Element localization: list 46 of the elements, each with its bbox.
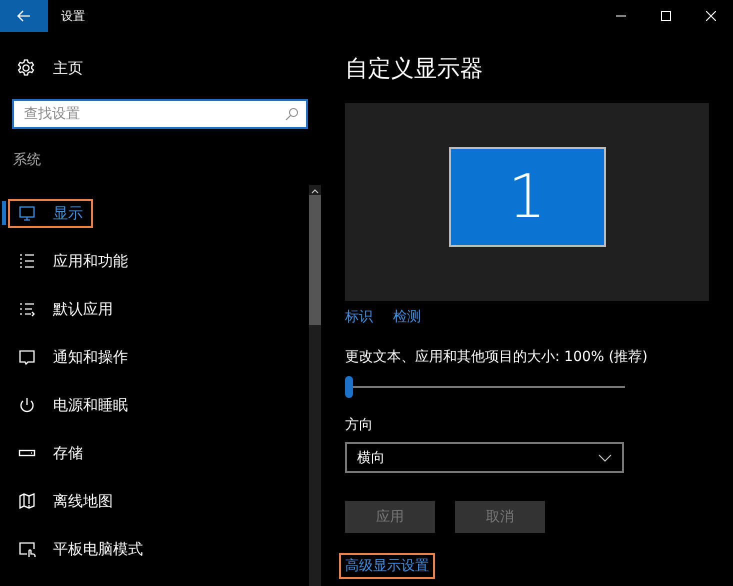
gear-icon — [16, 58, 36, 78]
list-icon — [18, 252, 36, 270]
scroll-up-icon — [311, 187, 319, 195]
display-tile[interactable]: 1 — [448, 147, 606, 247]
nav-item[interactable]: 显示 — [0, 189, 322, 237]
link[interactable]: 标识 — [345, 308, 373, 326]
chevron-down-icon — [598, 454, 612, 462]
monitor-icon — [18, 204, 36, 222]
window-title: 设置 — [61, 8, 86, 24]
search-icon — [285, 107, 299, 121]
nav-item[interactable]: 应用和功能 — [0, 237, 322, 285]
nav-item[interactable]: 默认应用 — [0, 285, 322, 333]
nav-label: 显示 — [53, 204, 83, 222]
selection-indicator — [2, 201, 6, 225]
nav-label: 存储 — [53, 444, 83, 462]
nav-label: 默认应用 — [53, 300, 113, 318]
orientation-dropdown[interactable]: 横向 — [345, 442, 624, 473]
back-arrow-icon — [17, 10, 31, 22]
nav-label: 平板电脑模式 — [53, 540, 143, 558]
nav-label: 离线地图 — [53, 492, 113, 510]
message-icon — [18, 348, 36, 366]
nav-item[interactable]: 通知和操作 — [0, 333, 322, 381]
nav-label: 电源和睡眠 — [53, 396, 128, 414]
search-field[interactable]: 查找设置 — [12, 99, 308, 129]
scale-label: 更改文本、应用和其他项目的大小: 100% (推荐) — [345, 348, 649, 366]
advanced-settings-link[interactable]: 高级显示设置 — [339, 553, 435, 579]
orientation-label: 方向 — [345, 416, 374, 434]
nav-item[interactable]: 电源和睡眠 — [0, 381, 322, 429]
page-title: 自定义显示器 — [345, 55, 484, 84]
tablet-touch-icon — [18, 540, 36, 558]
power-icon — [18, 396, 36, 414]
back-button[interactable] — [0, 0, 48, 32]
nav-label: 通知和操作 — [53, 348, 128, 366]
nav-item[interactable]: 平板电脑模式 — [0, 525, 322, 573]
nav-item[interactable]: 离线地图 — [0, 477, 322, 525]
home-nav-item[interactable]: 主页 — [0, 48, 322, 88]
maximize-icon — [660, 11, 670, 21]
link[interactable]: 检测 — [393, 308, 421, 326]
slider-thumb[interactable] — [345, 376, 353, 398]
nav-item[interactable]: 存储 — [0, 429, 322, 477]
section-heading: 系统 — [13, 151, 42, 170]
close-icon — [706, 11, 716, 21]
nav-label: 应用和功能 — [53, 252, 128, 270]
map-icon — [18, 492, 36, 510]
scrollbar-thumb[interactable] — [309, 195, 321, 325]
scrollbar[interactable] — [309, 185, 321, 586]
